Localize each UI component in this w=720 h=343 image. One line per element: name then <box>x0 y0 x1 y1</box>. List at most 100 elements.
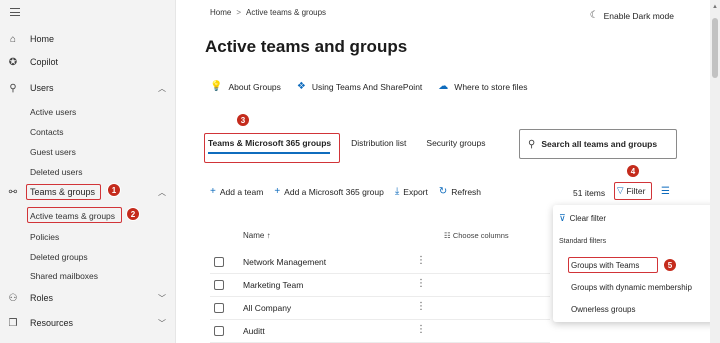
chevron-up-icon: ︿ <box>158 188 166 197</box>
copilot-icon: ✪ <box>8 56 18 68</box>
nav-roles[interactable]: ⚇ Roles ﹀ <box>0 288 176 308</box>
breadcrumb-home[interactable]: Home <box>210 8 231 17</box>
dark-mode-toggle[interactable]: ☾ Enable Dark mode <box>590 10 674 21</box>
main-content: Home > Active teams & groups ☾ Enable Dark… <box>177 0 718 343</box>
user-icon: ⚲ <box>9 82 17 94</box>
page-title: Active teams and groups <box>205 37 408 56</box>
refresh-button[interactable]: ↻ Refresh <box>439 186 481 197</box>
nav-copilot[interactable]: ✪ Copilot <box>0 52 176 72</box>
help-links: 💡 About Groups ❖ Using Teams And SharePo… <box>210 81 544 92</box>
highlight-filter <box>614 182 652 200</box>
step-badge-4: 4 <box>626 164 640 178</box>
scroll-up-arrow-icon[interactable]: ▲ <box>712 4 718 10</box>
highlight-teams-tab <box>204 133 340 163</box>
search-icon: ⚲ <box>528 138 536 150</box>
step-badge-3: 3 <box>236 113 250 127</box>
list-view-icon[interactable]: ☰ <box>661 186 670 197</box>
highlight-active-teams-groups <box>27 207 122 223</box>
nav-copilot-label: Copilot <box>30 57 59 67</box>
search-box[interactable]: ⚲ <box>519 129 677 159</box>
nav-contacts[interactable]: Contacts <box>30 127 64 137</box>
filter-dropdown: ⊽ Clear filter Standard filters Groups w… <box>553 205 718 322</box>
table-row[interactable]: Network Management ⋮ <box>210 252 550 274</box>
nav-shared-mailboxes[interactable]: Shared mailboxes <box>30 271 98 281</box>
step-badge-1: 1 <box>107 183 121 197</box>
link-teams-sharepoint[interactable]: ❖ Using Teams And SharePoint <box>297 81 422 92</box>
name-column-header[interactable]: Name ↑ <box>243 231 271 240</box>
row-name[interactable]: All Company <box>243 303 291 313</box>
dark-mode-label: Enable Dark mode <box>603 10 674 21</box>
chevron-down-icon: ﹀ <box>158 319 166 328</box>
filter-option-ownerless[interactable]: Ownerless groups <box>571 305 635 314</box>
row-name[interactable]: Auditt <box>243 326 265 336</box>
link-store-files[interactable]: ☁ Where to store files <box>438 81 527 92</box>
highlight-teams-groups <box>26 184 101 200</box>
step-badge-2: 2 <box>126 207 140 221</box>
left-navigation: ⌂ Home ✪ Copilot ⚲ Users ︿ Active users … <box>0 0 176 343</box>
breadcrumb: Home > Active teams & groups <box>210 8 326 17</box>
nav-home[interactable]: ⌂ Home <box>0 29 176 49</box>
row-checkbox[interactable] <box>214 303 224 313</box>
link-teams-sharepoint-label: Using Teams And SharePoint <box>311 81 423 92</box>
refresh-label: Refresh <box>451 186 482 197</box>
breadcrumb-current: Active teams & groups <box>246 8 327 17</box>
choose-columns-button[interactable]: ☷ Choose columns <box>444 231 509 240</box>
nav-roles-label: Roles <box>30 293 54 303</box>
command-bar: + Add a team + Add a Microsoft 365 group ⤓… <box>210 186 492 197</box>
tab-security-groups[interactable]: Security groups <box>426 138 485 148</box>
roles-icon: ⚇ <box>8 292 18 304</box>
row-checkbox[interactable] <box>214 257 224 267</box>
chevron-down-icon: ﹀ <box>158 294 166 303</box>
export-button[interactable]: ⤓ Export <box>395 186 428 197</box>
plus-icon: + <box>274 186 281 197</box>
add-m365-group-button[interactable]: + Add a Microsoft 365 group <box>274 186 384 197</box>
standard-filters-heading: Standard filters <box>559 238 607 245</box>
moon-icon: ☾ <box>589 10 599 21</box>
clear-filter-icon: ⊽ <box>559 213 566 223</box>
row-name[interactable]: Network Management <box>243 257 326 267</box>
table-row[interactable]: All Company ⋮ <box>210 298 550 320</box>
download-icon: ⤓ <box>394 186 400 197</box>
step-badge-5: 5 <box>663 258 677 272</box>
nav-resources-label: Resources <box>30 318 74 328</box>
items-count: 51 items <box>573 188 606 198</box>
filter-option-dynamic-membership[interactable]: Groups with dynamic membership <box>571 283 692 292</box>
home-icon: ⌂ <box>9 33 17 45</box>
columns-icon: ☷ <box>444 231 453 240</box>
more-options-icon[interactable]: ⋮ <box>416 301 426 312</box>
chevron-up-icon: ︿ <box>158 84 166 93</box>
nav-resources[interactable]: ❒ Resources ﹀ <box>0 313 176 333</box>
clear-filter-button[interactable]: ⊽ Clear filter <box>559 213 606 224</box>
nav-deleted-users[interactable]: Deleted users <box>30 167 82 177</box>
nav-users-label: Users <box>30 83 54 93</box>
hamburger-menu-icon[interactable] <box>10 8 20 19</box>
scrollbar-thumb[interactable] <box>712 18 718 78</box>
nav-policies[interactable]: Policies <box>30 232 59 242</box>
row-checkbox[interactable] <box>214 280 224 290</box>
table-row[interactable]: Auditt ⋮ <box>210 321 550 343</box>
highlight-groups-with-teams <box>568 257 658 273</box>
plus-icon: + <box>210 186 216 197</box>
tab-distribution-list[interactable]: Distribution list <box>351 138 406 148</box>
add-team-label: Add a team <box>219 186 264 197</box>
row-checkbox[interactable] <box>214 326 224 336</box>
search-input[interactable] <box>541 139 667 149</box>
nav-deleted-groups[interactable]: Deleted groups <box>30 252 88 262</box>
table-header: Name ↑ ☷ Choose columns <box>210 230 540 244</box>
more-options-icon[interactable]: ⋮ <box>416 278 426 289</box>
more-options-icon[interactable]: ⋮ <box>416 324 426 335</box>
refresh-icon: ↻ <box>438 186 448 197</box>
choose-columns-label: Choose columns <box>452 231 509 240</box>
nav-guest-users[interactable]: Guest users <box>30 147 76 157</box>
link-about-groups-label: About Groups <box>228 81 281 92</box>
breadcrumb-separator: > <box>236 8 242 17</box>
more-options-icon[interactable]: ⋮ <box>416 255 426 266</box>
link-store-files-label: Where to store files <box>454 81 528 92</box>
nav-active-users[interactable]: Active users <box>30 107 76 117</box>
table-row[interactable]: Marketing Team ⋮ <box>210 275 550 297</box>
add-team-button[interactable]: + Add a team <box>210 186 263 197</box>
nav-home-label: Home <box>30 34 55 44</box>
link-about-groups[interactable]: 💡 About Groups <box>210 81 281 92</box>
row-name[interactable]: Marketing Team <box>243 280 303 290</box>
nav-users[interactable]: ⚲ Users ︿ <box>0 78 176 98</box>
